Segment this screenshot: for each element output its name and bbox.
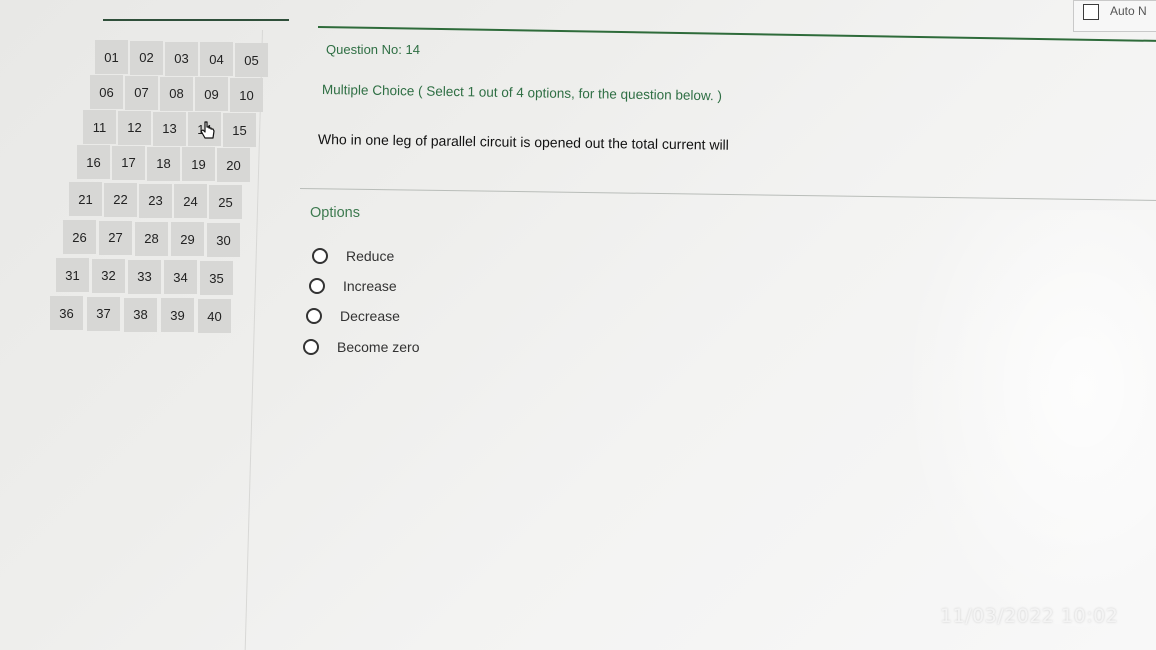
question-number-button[interactable]: 29	[171, 222, 204, 257]
screen-glare	[900, 210, 1156, 650]
question-number-button[interactable]: 18	[147, 146, 180, 181]
option-increase[interactable]: Increase	[309, 278, 397, 294]
question-number-button[interactable]: 33	[128, 259, 161, 294]
question-number-button[interactable]: 19	[182, 147, 215, 182]
question-number-button[interactable]: 21	[69, 182, 102, 216]
auto-next-label: Auto N	[1110, 4, 1147, 18]
question-number-button[interactable]: 15	[223, 113, 256, 148]
question-number-button[interactable]: 12	[118, 110, 151, 145]
question-number-button[interactable]: 36	[50, 296, 83, 330]
options-heading: Options	[310, 205, 360, 221]
question-number-button[interactable]: 24	[174, 184, 207, 219]
question-number-button[interactable]: 20	[217, 148, 250, 183]
question-number-button[interactable]: 39	[161, 298, 194, 333]
question-number-button[interactable]: 34	[164, 260, 197, 295]
nav-top-rule	[103, 19, 289, 21]
hand-pointer-icon	[200, 121, 215, 139]
question-number-button[interactable]: 32	[92, 258, 125, 293]
question-number-button[interactable]: 11	[83, 110, 116, 144]
question-number-button[interactable]: 40	[198, 299, 231, 334]
question-number-button[interactable]: 38	[124, 297, 157, 332]
content-top-rule	[317, 26, 1156, 43]
question-number-button[interactable]: 17	[112, 145, 145, 180]
question-number-button[interactable]: 27	[99, 220, 132, 255]
option-label: Become zero	[337, 339, 420, 355]
question-number-button[interactable]: 30	[207, 223, 240, 258]
question-number-button[interactable]: 25	[209, 185, 242, 220]
option-label: Decrease	[340, 308, 400, 324]
question-number-button[interactable]: 31	[56, 258, 89, 292]
question-number-button[interactable]: 13	[153, 111, 186, 146]
question-text: Who in one leg of parallel circuit is op…	[317, 131, 729, 153]
radio-button[interactable]	[303, 339, 319, 355]
question-number-button[interactable]: 09	[195, 77, 228, 112]
question-number-button[interactable]: 02	[130, 40, 163, 75]
option-label: Increase	[343, 278, 397, 294]
question-number-button[interactable]: 37	[87, 296, 120, 331]
option-decrease[interactable]: Decrease	[306, 308, 400, 324]
question-number-button[interactable]: 06	[90, 75, 123, 109]
option-reduce[interactable]: Reduce	[312, 248, 394, 264]
photo-timestamp: 11/03/2022 10:02	[940, 605, 1119, 627]
radio-button[interactable]	[306, 308, 322, 324]
radio-button[interactable]	[309, 278, 325, 294]
question-number-button[interactable]: 35	[200, 261, 233, 296]
question-number-button[interactable]: 22	[104, 182, 137, 217]
question-number-button[interactable]: 04	[200, 42, 233, 77]
question-number-button[interactable]: 10	[230, 78, 263, 113]
option-become-zero[interactable]: Become zero	[303, 339, 419, 355]
radio-button[interactable]	[312, 248, 328, 264]
question-number-button[interactable]: 08	[160, 76, 193, 111]
question-number-button[interactable]: 23	[139, 183, 172, 218]
question-number-button[interactable]: 03	[165, 41, 198, 76]
question-number-button[interactable]: 26	[63, 220, 96, 254]
auto-next-checkbox[interactable]	[1083, 4, 1099, 20]
content-divider	[299, 188, 1156, 202]
question-number: Question No: 14	[326, 42, 420, 57]
question-type: Multiple Choice ( Select 1 out of 4 opti…	[321, 82, 723, 104]
question-number-button[interactable]: 16	[77, 145, 110, 179]
question-number-button[interactable]: 07	[125, 75, 158, 110]
question-number-button[interactable]: 01	[95, 40, 128, 74]
question-number-button[interactable]: 05	[235, 43, 268, 78]
question-number-button[interactable]: 28	[135, 221, 168, 256]
option-label: Reduce	[346, 248, 395, 264]
